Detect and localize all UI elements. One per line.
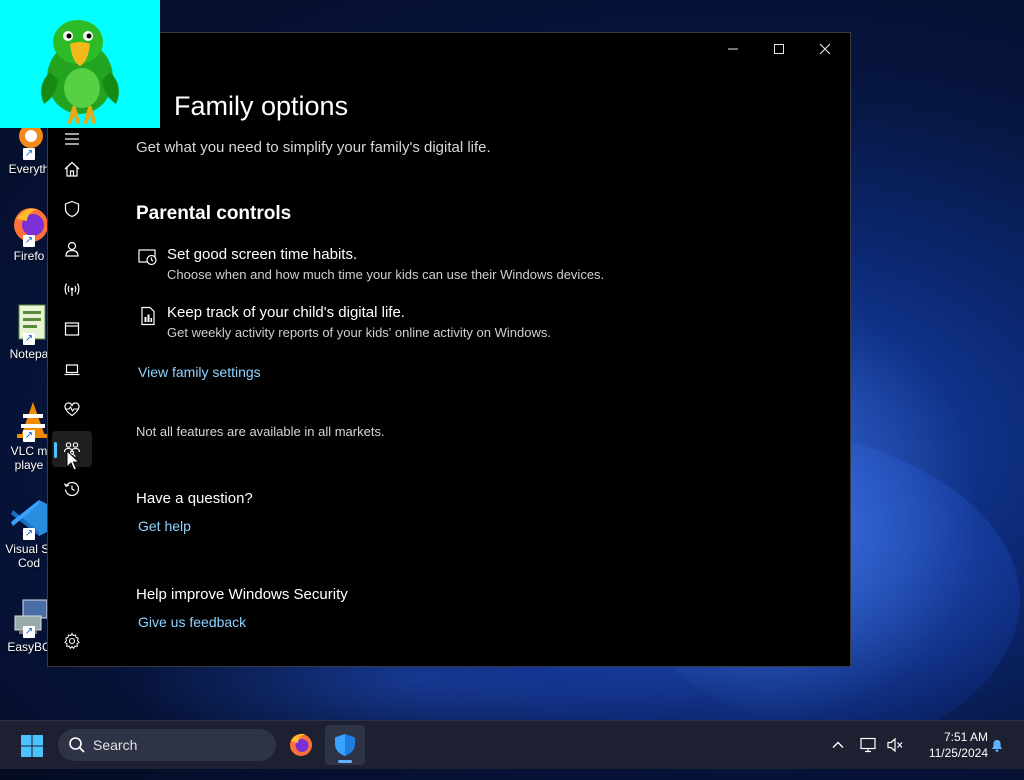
maximize-button[interactable] xyxy=(756,33,802,65)
show-hidden-icons-button[interactable] xyxy=(828,721,848,769)
windows-security-window: Family options Get what you need to simp… xyxy=(47,32,851,667)
parrot-overlay xyxy=(0,0,160,128)
menu-icon xyxy=(65,133,79,145)
feature-description: Get weekly activity reports of your kids… xyxy=(167,325,551,340)
vlc-icon: ↗ xyxy=(9,400,49,442)
start-button[interactable] xyxy=(20,734,44,758)
sidebar-item-device-health[interactable] xyxy=(52,391,92,427)
page-subtitle: Get what you need to simplify your famil… xyxy=(136,139,491,156)
bell-icon xyxy=(992,740,1002,752)
active-indicator xyxy=(54,442,57,458)
chevron-up-icon xyxy=(832,741,844,748)
feature-title: Keep track of your child's digital life. xyxy=(167,304,405,321)
mouse-cursor-icon xyxy=(66,450,81,471)
close-icon xyxy=(819,43,831,55)
taskbar-windows-security[interactable] xyxy=(325,725,365,765)
close-button[interactable] xyxy=(802,33,848,65)
clock-date: 11/25/2024 xyxy=(928,746,988,760)
shield-icon xyxy=(64,200,80,218)
sidebar-item-firewall[interactable] xyxy=(52,271,92,307)
parrot-icon xyxy=(41,20,119,124)
taskbar: Search 7:51 AM 11/25/2024 xyxy=(0,720,1024,769)
volume-button[interactable] xyxy=(884,721,906,769)
sidebar-item-account-protection[interactable] xyxy=(52,231,92,267)
heart-pulse-icon xyxy=(64,402,80,417)
person-icon xyxy=(65,241,79,257)
volume-muted-icon xyxy=(887,737,903,753)
taskbar-search-box[interactable]: Search xyxy=(58,729,276,761)
activity-report-icon xyxy=(141,306,155,326)
gear-icon xyxy=(64,632,80,650)
minimize-button[interactable] xyxy=(710,33,756,65)
sidebar-item-app-browser-control[interactable] xyxy=(52,311,92,347)
sidebar-item-home[interactable] xyxy=(52,151,92,187)
notifications-button[interactable] xyxy=(986,721,1008,769)
easybcd-icon: ↗ xyxy=(9,596,49,638)
sidebar-item-virus-protection[interactable] xyxy=(52,191,92,227)
settings-button[interactable] xyxy=(52,623,92,659)
history-icon xyxy=(63,481,80,497)
get-help-link[interactable]: Get help xyxy=(138,518,191,534)
taskbar-firefox[interactable] xyxy=(281,725,321,765)
search-placeholder: Search xyxy=(93,737,138,753)
give-feedback-link[interactable]: Give us feedback xyxy=(138,614,246,630)
page-title: Family options xyxy=(174,91,349,121)
app-window-icon xyxy=(64,322,80,336)
clock-time: 7:51 AM xyxy=(943,730,988,744)
parental-controls-heading: Parental controls xyxy=(136,203,292,224)
view-family-settings-link[interactable]: View family settings xyxy=(138,364,261,380)
shield-icon xyxy=(335,734,355,756)
vscode-icon: ↗ xyxy=(9,498,49,540)
feature-title: Set good screen time habits. xyxy=(167,246,358,263)
windows-logo-icon xyxy=(21,735,43,757)
maximize-icon xyxy=(774,44,784,54)
active-app-indicator xyxy=(338,760,352,763)
feature-description: Choose when and how much time your kids … xyxy=(167,267,605,282)
search-icon xyxy=(69,737,85,753)
network-status-button[interactable] xyxy=(858,721,880,769)
sidebar-item-device-security[interactable] xyxy=(52,351,92,387)
notepad-icon: ↗ xyxy=(9,303,49,345)
system-clock[interactable]: 7:51 AM 11/25/2024 xyxy=(912,729,988,761)
firefox-icon xyxy=(290,733,312,756)
network-icon xyxy=(860,737,876,753)
antenna-icon xyxy=(64,283,80,296)
markets-note: Not all features are available in all ma… xyxy=(136,424,385,439)
minimize-icon xyxy=(728,48,738,50)
have-a-question-heading: Have a question? xyxy=(136,490,253,507)
help-improve-heading: Help improve Windows Security xyxy=(136,586,348,603)
firefox-icon: ↗ xyxy=(9,205,49,247)
home-icon xyxy=(64,161,80,177)
sidebar-item-protection-history[interactable] xyxy=(52,471,92,507)
laptop-icon xyxy=(64,364,80,376)
screen-time-icon xyxy=(138,249,157,266)
